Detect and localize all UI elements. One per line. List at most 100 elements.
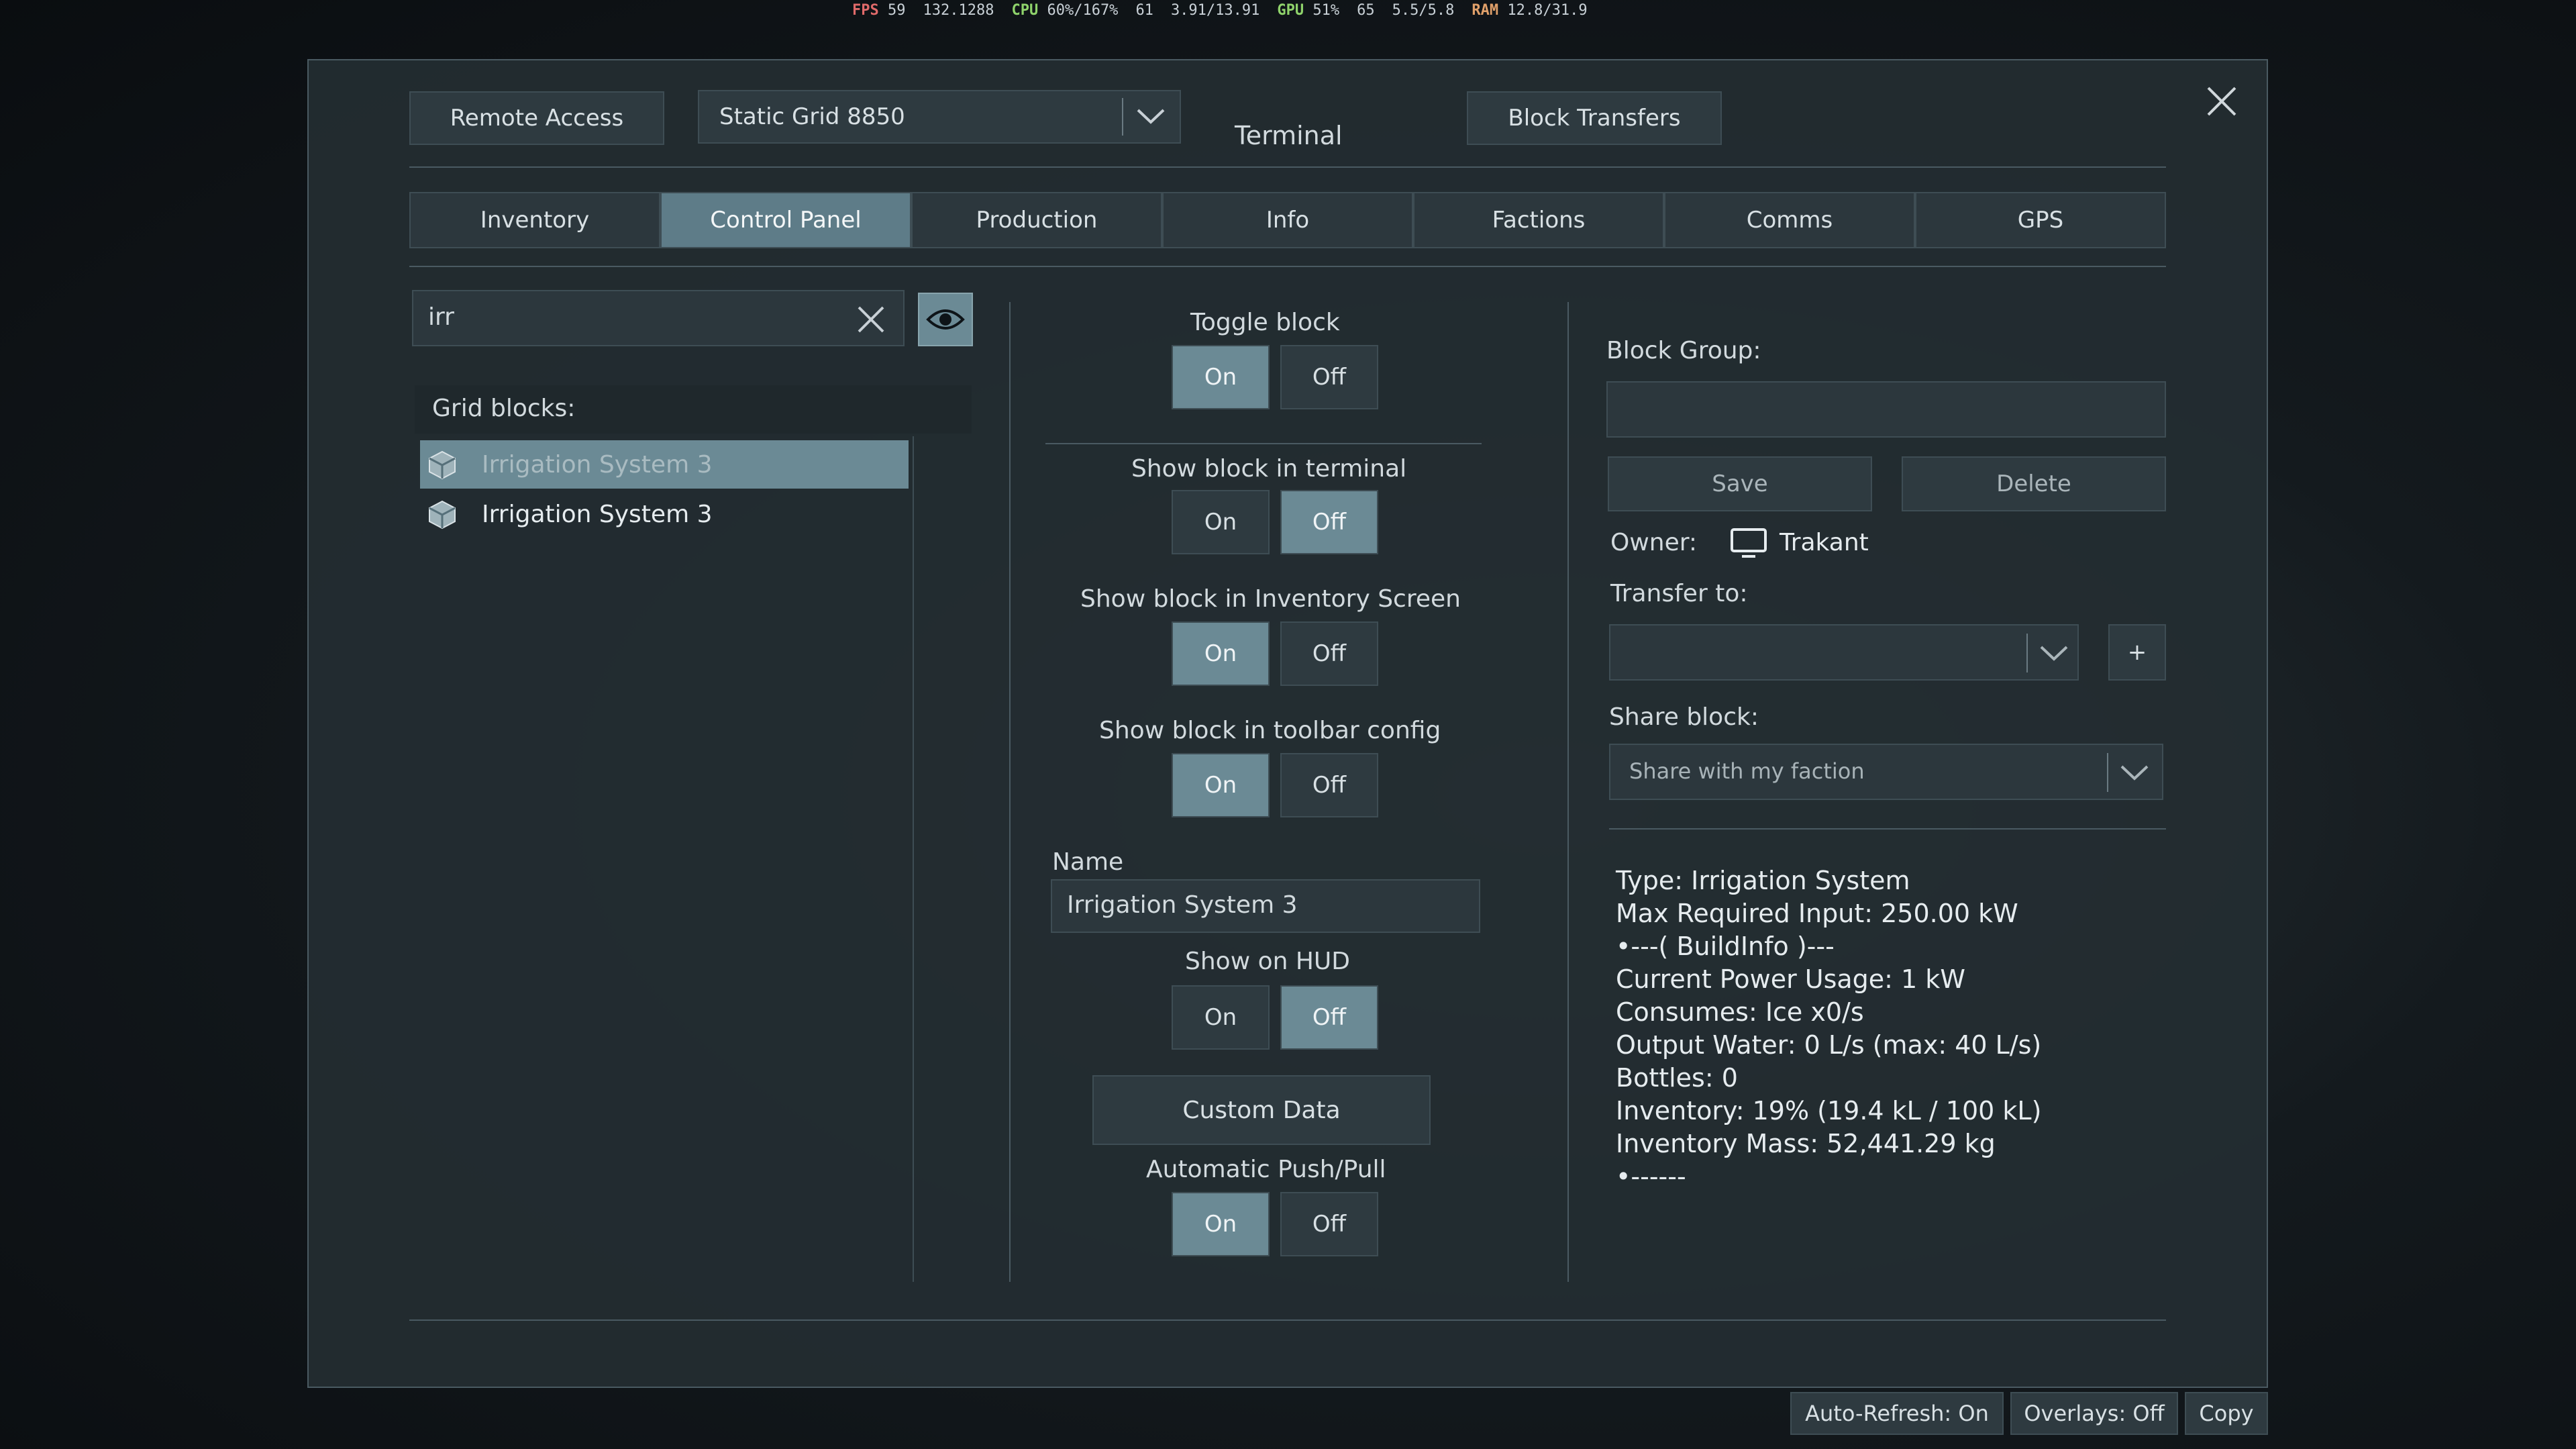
toggle-block-label: Toggle block [1190,309,1340,336]
chevron-down-icon[interactable] [1134,103,1168,130]
ram-label: RAM [1472,1,1499,19]
info-line: Max Required Input: 250.00 kW [1616,899,2018,928]
transfer-to-label: Transfer to: [1610,580,1748,607]
off-label: Off [1312,640,1347,667]
tab-label: Factions [1492,207,1586,234]
on-label: On [1204,772,1237,799]
grid-select-value: Static Grid 8850 [719,103,905,130]
memory-value: 3.91/13.91 [1170,1,1260,19]
delete-button[interactable]: Delete [1902,456,2166,511]
on-label: On [1204,1004,1237,1031]
tab-factions[interactable]: Factions [1413,192,1664,248]
gpu-memory: 5.5/5.8 [1392,1,1455,19]
tab-gps[interactable]: GPS [1915,192,2166,248]
share-block-select[interactable]: Share with my faction [1609,744,2163,800]
transfer-select-divider [2026,634,2028,672]
grid-blocks-header: Grid blocks: [415,385,972,434]
tab-production[interactable]: Production [911,192,1162,248]
copy-button[interactable]: Copy [2185,1392,2268,1435]
cpu-label: CPU [1011,1,1039,19]
info-line: Output Water: 0 L/s (max: 40 L/s) [1616,1030,2042,1060]
show-terminal-on-button[interactable]: On [1172,490,1270,554]
show-hud-on-button[interactable]: On [1172,985,1270,1050]
close-icon[interactable] [2205,85,2238,118]
share-block-value: Share with my faction [1629,758,1865,784]
overlays-button[interactable]: Overlays: Off [2010,1392,2178,1435]
show-inventory-off-button[interactable]: Off [1280,621,1378,686]
name-label: Name [1052,848,1124,876]
gpu-value: 51% [1312,1,1340,19]
tab-comms[interactable]: Comms [1664,192,1915,248]
info-line: Type: Irrigation System [1616,866,1910,895]
remote-access-button[interactable]: Remote Access [409,91,664,145]
auto-push-pull-on-button[interactable]: On [1172,1192,1270,1256]
show-hud-label: Show on HUD [1185,948,1351,975]
list-item[interactable]: Irrigation System 3 [420,491,909,540]
search-field[interactable]: irr [412,290,905,346]
tab-label: Production [976,207,1098,234]
info-line: Consumes: Ice x0/s [1616,997,1864,1027]
show-toolbar-on-button[interactable]: On [1172,753,1270,817]
show-terminal-label: Show block in terminal [1131,455,1407,483]
auto-push-pull-off-button[interactable]: Off [1280,1192,1378,1256]
ram-value: 12.8/31.9 [1507,1,1588,19]
show-terminal-off-button[interactable]: Off [1280,490,1378,554]
off-label: Off [1312,772,1347,799]
clear-search-icon[interactable] [856,305,886,334]
share-block-label: Share block: [1609,703,1759,731]
owner-label: Owner: [1610,529,1698,556]
tab-label: Inventory [480,207,590,234]
show-hud-off-button[interactable]: Off [1280,985,1378,1050]
tab-inventory[interactable]: Inventory [409,192,660,248]
copy-label: Copy [2199,1401,2254,1426]
transfer-to-select[interactable] [1609,624,2079,681]
list-item[interactable]: Irrigation System 3 [420,440,909,489]
tab-control-panel[interactable]: Control Panel [660,192,911,248]
remote-access-label: Remote Access [450,105,624,132]
eye-icon [926,309,965,330]
show-toolbar-off-button[interactable]: Off [1280,753,1378,817]
column-divider [1567,302,1569,1282]
overlays-label: Overlays: Off [2024,1401,2165,1426]
info-line: Current Power Usage: 1 kW [1616,964,1965,994]
tab-label: GPS [2017,207,2064,234]
header-divider [409,166,2166,168]
grid-select[interactable]: Static Grid 8850 [698,90,1181,144]
toggle-block-on-button[interactable]: On [1172,345,1270,409]
info-line: Inventory Mass: 52,441.29 kg [1616,1129,1996,1158]
tab-info[interactable]: Info [1162,192,1413,248]
block-icon [429,500,456,530]
auto-refresh-label: Auto-Refresh: On [1805,1401,1989,1426]
custom-data-button[interactable]: Custom Data [1092,1075,1431,1145]
info-line: •------ [1616,1162,1686,1191]
monitor-icon [1731,528,1767,558]
frame-time: 132.1288 [923,1,994,19]
toggle-block-off-button[interactable]: Off [1280,345,1378,409]
chevron-down-icon[interactable] [2037,640,2071,667]
show-inventory-label: Show block in Inventory Screen [1080,585,1461,613]
name-input[interactable]: Irrigation System 3 [1067,891,1298,919]
block-transfers-button[interactable]: Block Transfers [1467,91,1722,145]
name-field[interactable]: Irrigation System 3 [1051,879,1480,933]
chevron-down-icon[interactable] [2118,760,2151,787]
owner-name: Trakant [1780,529,1869,556]
search-input[interactable]: irr [428,303,454,331]
list-item-label: Irrigation System 3 [482,501,713,528]
column-divider [1009,302,1011,1282]
on-label: On [1204,640,1237,667]
save-button[interactable]: Save [1608,456,1872,511]
tab-label: Control Panel [710,207,862,234]
show-inventory-on-button[interactable]: On [1172,621,1270,686]
info-line: Bottles: 0 [1616,1063,1738,1093]
save-label: Save [1712,470,1768,497]
block-group-label: Block Group: [1606,337,1761,364]
on-label: On [1204,509,1237,536]
auto-refresh-button[interactable]: Auto-Refresh: On [1790,1392,2004,1435]
tab-bar: Inventory Control Panel Production Info … [409,192,2166,248]
block-group-input[interactable] [1606,381,2166,438]
tab-label: Comms [1746,207,1833,234]
eye-toggle-button[interactable] [918,293,973,346]
cpu-value: 60%/167% [1047,1,1119,19]
gpu-temp: 65 [1357,1,1375,19]
add-transfer-button[interactable]: + [2108,624,2166,681]
